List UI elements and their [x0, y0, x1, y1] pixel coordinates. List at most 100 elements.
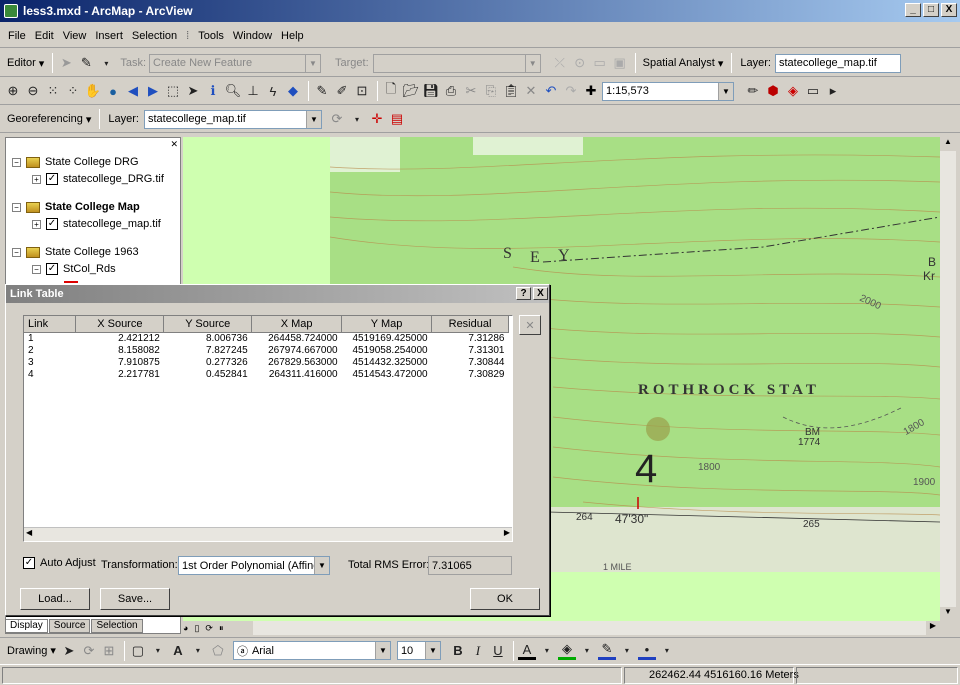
bold-button[interactable]: B: [449, 642, 467, 660]
map-vertical-scrollbar[interactable]: ▲ ▼: [940, 137, 956, 621]
underline-button[interactable]: U: [489, 642, 507, 660]
go-to-xy-icon[interactable]: ◆: [284, 82, 302, 100]
table-row[interactable]: 2 8.158082 7.827245 267974.667000 4519058.25…: [24, 345, 509, 357]
spatial-analyst-menu[interactable]: Spatial Analyst ▾: [640, 53, 727, 73]
column-header-link[interactable]: Link: [24, 316, 77, 333]
select-elements-icon[interactable]: ➤: [184, 82, 202, 100]
zoom-in-icon[interactable]: ⊕: [4, 82, 22, 100]
editor-toolbar-icon[interactable]: ✎: [313, 82, 331, 100]
task-select[interactable]: Create New Feature ▼: [149, 53, 322, 73]
add-data-icon[interactable]: ✚: [582, 82, 600, 100]
tab-selection[interactable]: Selection: [91, 619, 143, 633]
data-frame-state-college-map[interactable]: − State College Map: [12, 201, 140, 213]
save-icon[interactable]: 💾︎: [422, 82, 440, 100]
undo-icon[interactable]: ↶: [542, 82, 560, 100]
ok-button[interactable]: OK: [470, 588, 540, 610]
grid-horizontal-scrollbar[interactable]: ◀ ▶: [24, 527, 512, 541]
split-tool-icon[interactable]: ⤫: [551, 54, 569, 72]
select-features-icon[interactable]: ⬚: [164, 82, 182, 100]
marker-color-icon[interactable]: •: [637, 642, 656, 660]
layer-statecollege-drg[interactable]: + ✓ statecollege_DRG.tif: [32, 173, 164, 185]
add-control-points-icon[interactable]: ✛: [368, 110, 386, 128]
table-row[interactable]: 3 7.910875 0.277326 267829.563000 4514432.32…: [24, 357, 509, 369]
chevron-down-icon[interactable]: ▾: [578, 642, 596, 660]
view-link-table-icon[interactable]: ▤: [388, 110, 406, 128]
zoom-to-selected-icon[interactable]: ⊞: [100, 642, 118, 660]
menu-insert[interactable]: Insert: [95, 30, 123, 42]
full-extent-globe-icon[interactable]: ●: [104, 82, 122, 100]
fixed-zoom-out-icon[interactable]: ⁘: [64, 82, 82, 100]
expand-icon[interactable]: +: [32, 174, 41, 184]
rotate-icon[interactable]: ⟳: [328, 110, 346, 128]
auto-adjust-checkbox[interactable]: ✓: [23, 557, 35, 569]
drawing-menu[interactable]: Drawing ▾: [4, 641, 59, 661]
new-document-icon[interactable]: 🗋︎: [382, 81, 400, 100]
window-icon[interactable]: ▭: [804, 82, 822, 100]
measure-icon[interactable]: ⊥: [244, 82, 262, 100]
pause-drawing-icon[interactable]: ⏸: [219, 623, 224, 634]
menu-tools[interactable]: Tools: [198, 30, 224, 42]
scroll-right-icon[interactable]: ▶: [504, 528, 510, 537]
menu-window[interactable]: Window: [233, 30, 272, 42]
table-row[interactable]: 4 2.217781 0.452841 264311.416000 4514543.47…: [24, 369, 509, 381]
refresh-icon[interactable]: ⟳: [205, 623, 213, 634]
editor-toolbar-toggle-icon[interactable]: ✏: [744, 82, 762, 100]
pan-hand-icon[interactable]: ✋: [84, 82, 102, 100]
help-icon[interactable]: ▸: [824, 82, 842, 100]
sketch-properties-icon[interactable]: ▣: [611, 54, 629, 72]
column-header-y-map[interactable]: Y Map: [341, 316, 433, 333]
maximize-button[interactable]: □: [923, 3, 939, 17]
open-folder-icon[interactable]: 📂︎: [402, 82, 420, 100]
scroll-down-icon[interactable]: ▼: [940, 607, 956, 621]
font-size-select[interactable]: 10 ▼: [396, 641, 441, 660]
back-arrow-icon[interactable]: ◀: [124, 82, 142, 100]
map-horizontal-scrollbar[interactable]: ▶: [183, 621, 940, 635]
chevron-down-icon[interactable]: ▾: [149, 642, 167, 660]
load-button[interactable]: Load...: [20, 588, 90, 610]
toc-close-icon[interactable]: ✕: [170, 139, 178, 150]
identify-icon[interactable]: ℹ: [204, 82, 222, 100]
collapse-icon[interactable]: −: [32, 264, 41, 274]
minimize-button[interactable]: _: [905, 3, 921, 17]
select-elements-icon[interactable]: ➤: [60, 642, 78, 660]
map-scale-select[interactable]: 1:15,573 ▼: [602, 81, 734, 101]
visibility-checkbox[interactable]: ✓: [46, 263, 58, 275]
georeferencing-menu[interactable]: Georeferencing ▾: [4, 109, 94, 129]
table-row[interactable]: 1 2.421212 8.006736 264458.724000 4519169.42…: [24, 332, 509, 345]
column-header-y-source[interactable]: Y Source: [163, 316, 253, 333]
transformation-select[interactable]: 1st Order Polynomial (Affine) ▼: [178, 556, 330, 575]
cut-icon[interactable]: ✂: [462, 82, 480, 100]
dialog-close-button[interactable]: X: [533, 287, 548, 300]
delete-link-button[interactable]: ✕: [519, 315, 541, 335]
hyperlink-icon[interactable]: ϟ: [264, 82, 282, 100]
copy-icon[interactable]: ⎘: [482, 82, 500, 100]
rectangle-icon[interactable]: ▢: [129, 642, 147, 660]
font-select[interactable]: ⓐ Arial ▼: [232, 641, 391, 660]
layer-statecollege-map[interactable]: + ✓ statecollege_map.tif: [32, 218, 161, 230]
menu-edit[interactable]: Edit: [35, 30, 54, 42]
print-icon[interactable]: ⎙: [442, 82, 460, 100]
collapse-icon[interactable]: −: [12, 157, 21, 167]
menu-selection[interactable]: Selection: [132, 30, 177, 42]
tab-display[interactable]: Display: [5, 619, 48, 633]
edit-arrow-icon[interactable]: ➤: [57, 54, 75, 72]
layout-view-icon[interactable]: ▯: [194, 623, 199, 634]
close-button[interactable]: X: [941, 3, 957, 17]
data-frame-state-college-1963[interactable]: − State College 1963: [12, 246, 139, 258]
paste-icon[interactable]: 📋︎: [502, 82, 520, 100]
menu-file[interactable]: File: [8, 30, 26, 42]
scroll-right-icon[interactable]: ▶: [926, 621, 940, 635]
chevron-down-icon[interactable]: ▾: [538, 642, 556, 660]
column-header-x-source[interactable]: X Source: [75, 316, 165, 333]
chevron-down-icon[interactable]: ▾: [618, 642, 636, 660]
edit-vertices-icon[interactable]: ⬠: [209, 642, 227, 660]
data-view-icon[interactable]: ◕: [183, 623, 188, 633]
attributes-icon[interactable]: ▭: [591, 54, 609, 72]
layer-stcol-rds[interactable]: − ✓ StCol_Rds: [32, 263, 116, 275]
model-builder-icon[interactable]: ◈: [784, 82, 802, 100]
sketch-pencil-icon[interactable]: ✎: [77, 54, 95, 72]
delete-icon[interactable]: ✕: [522, 82, 540, 100]
menu-view[interactable]: View: [63, 30, 87, 42]
redo-icon[interactable]: ↷: [562, 82, 580, 100]
line-color-icon[interactable]: ✎: [597, 641, 616, 660]
